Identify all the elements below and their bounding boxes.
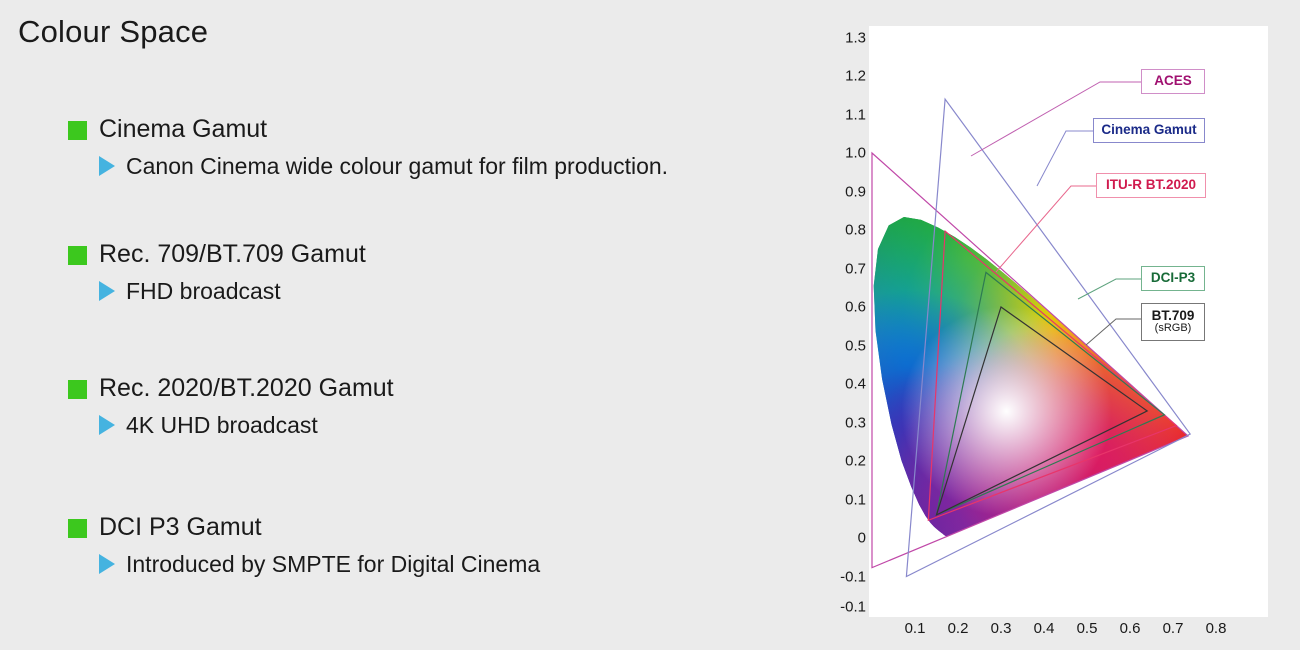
bullet-heading: Rec. 709/BT.709 Gamut — [68, 237, 366, 271]
callout-title: ACES — [1154, 73, 1192, 89]
gamut-callout-label: ACES — [1141, 69, 1205, 94]
callout-title: Cinema Gamut — [1101, 122, 1197, 138]
y-axis-tick-label: 0.8 — [845, 221, 866, 239]
y-axis-tick-label: 1.0 — [845, 144, 866, 162]
y-axis-tick-label: 1.3 — [845, 29, 866, 46]
gamut-callout-label: BT.709 (sRGB) — [1141, 303, 1205, 341]
bullet-group-dcip3: DCI P3 Gamut Introduced by SMPTE for Dig… — [68, 510, 540, 579]
y-axis-tick-label: 0.3 — [845, 414, 866, 431]
bullet-heading-label: Rec. 709/BT.709 Gamut — [99, 239, 366, 268]
chromaticity-diagram-svg — [871, 81, 1192, 578]
green-square-icon — [68, 379, 87, 399]
bullet-subitem-label: Canon Cinema wide colour gamut for film … — [126, 152, 669, 179]
callout-leader-line — [1036, 130, 1093, 187]
callout-title: DCI-P3 — [1150, 270, 1196, 286]
bullet-subitem: Introduced by SMPTE for Digital Cinema — [99, 549, 540, 579]
chart-plot-area — [869, 26, 1268, 617]
content-panel: Colour Space Cinema Gamut Canon Cinema w… — [0, 0, 830, 650]
bullet-heading: Cinema Gamut — [68, 112, 668, 146]
x-axis-tick-label: 0.7 — [1162, 620, 1184, 637]
bullet-heading: DCI P3 Gamut — [68, 510, 540, 544]
x-axis-tick-label: 0.3 — [990, 620, 1012, 637]
green-square-icon — [68, 245, 87, 265]
bullet-subitem-label: 4K UHD broadcast — [126, 411, 318, 438]
x-axis-tick-label: 0.6 — [1119, 620, 1141, 637]
x-axis-tick-label: 0.8 — [1205, 620, 1227, 637]
callout-leader-line — [1077, 278, 1141, 300]
blue-triangle-icon — [99, 554, 115, 574]
x-axis-tick-label: 0.5 — [1076, 620, 1098, 637]
y-axis-tick-label: 0.6 — [845, 298, 866, 316]
y-axis-tick-label: 0 — [857, 529, 866, 547]
y-axis-tick-label: -0.1 — [840, 568, 866, 585]
callout-leader-line — [995, 185, 1096, 273]
x-axis-tick-label: 0.2 — [947, 620, 969, 637]
bullet-group-rec709: Rec. 709/BT.709 Gamut FHD broadcast — [68, 237, 366, 306]
callout-leader-line — [1085, 318, 1141, 346]
y-axis-tick-label: 0.4 — [845, 375, 866, 393]
bullet-heading-label: DCI P3 Gamut — [99, 512, 262, 541]
y-axis-tick-label: 0.5 — [845, 337, 866, 354]
y-axis-tick-label: 0.9 — [845, 183, 866, 200]
callout-title: ITU-R BT.2020 — [1105, 177, 1197, 193]
bullet-subitem: Canon Cinema wide colour gamut for film … — [99, 151, 668, 181]
gamut-callout-label: Cinema Gamut — [1093, 118, 1205, 143]
bullet-heading: Rec. 2020/BT.2020 Gamut — [68, 371, 394, 405]
y-axis-tick-label: 0.7 — [845, 260, 866, 277]
y-axis-tick-label: 0.2 — [845, 452, 866, 470]
y-axis-tick-label: 0.1 — [845, 491, 866, 508]
gamut-callout-label: ITU-R BT.2020 — [1096, 173, 1206, 198]
bullet-heading-label: Rec. 2020/BT.2020 Gamut — [99, 373, 394, 402]
callout-title: BT.709 — [1151, 308, 1195, 324]
blue-triangle-icon — [99, 156, 115, 176]
gamut-callout-label: DCI-P3 — [1141, 266, 1205, 291]
y-axis-tick-label: 1.1 — [845, 106, 866, 123]
bullet-group-cinema-gamut: Cinema Gamut Canon Cinema wide colour ga… — [68, 112, 668, 181]
bullet-subitem-label: FHD broadcast — [126, 277, 281, 304]
bullet-subitem: FHD broadcast — [99, 276, 366, 306]
chromaticity-chart: 1.3 1.2 1.1 1.0 0.9 0.8 0.7 0.6 0.5 0.4 0.3 0.2 0.1 0… — [830, 0, 1300, 650]
bullet-group-rec2020: Rec. 2020/BT.2020 Gamut 4K UHD broadcast — [68, 371, 394, 440]
x-axis-tick-label: 0.1 — [904, 620, 926, 637]
bullet-heading-label: Cinema Gamut — [99, 114, 268, 143]
callout-subtitle: (sRGB) — [1154, 322, 1192, 335]
bullet-subitem-label: Introduced by SMPTE for Digital Cinema — [126, 550, 541, 577]
green-square-icon — [68, 120, 87, 140]
x-axis-tick-label: 0.4 — [1033, 620, 1055, 637]
blue-triangle-icon — [99, 281, 115, 301]
green-square-icon — [68, 518, 87, 538]
bullet-subitem: 4K UHD broadcast — [99, 410, 394, 440]
y-axis-tick-label: 1.2 — [845, 67, 866, 85]
y-axis-tick-label: -0.1 — [840, 598, 866, 616]
page-title: Colour Space — [18, 14, 209, 49]
blue-triangle-icon — [99, 415, 115, 435]
